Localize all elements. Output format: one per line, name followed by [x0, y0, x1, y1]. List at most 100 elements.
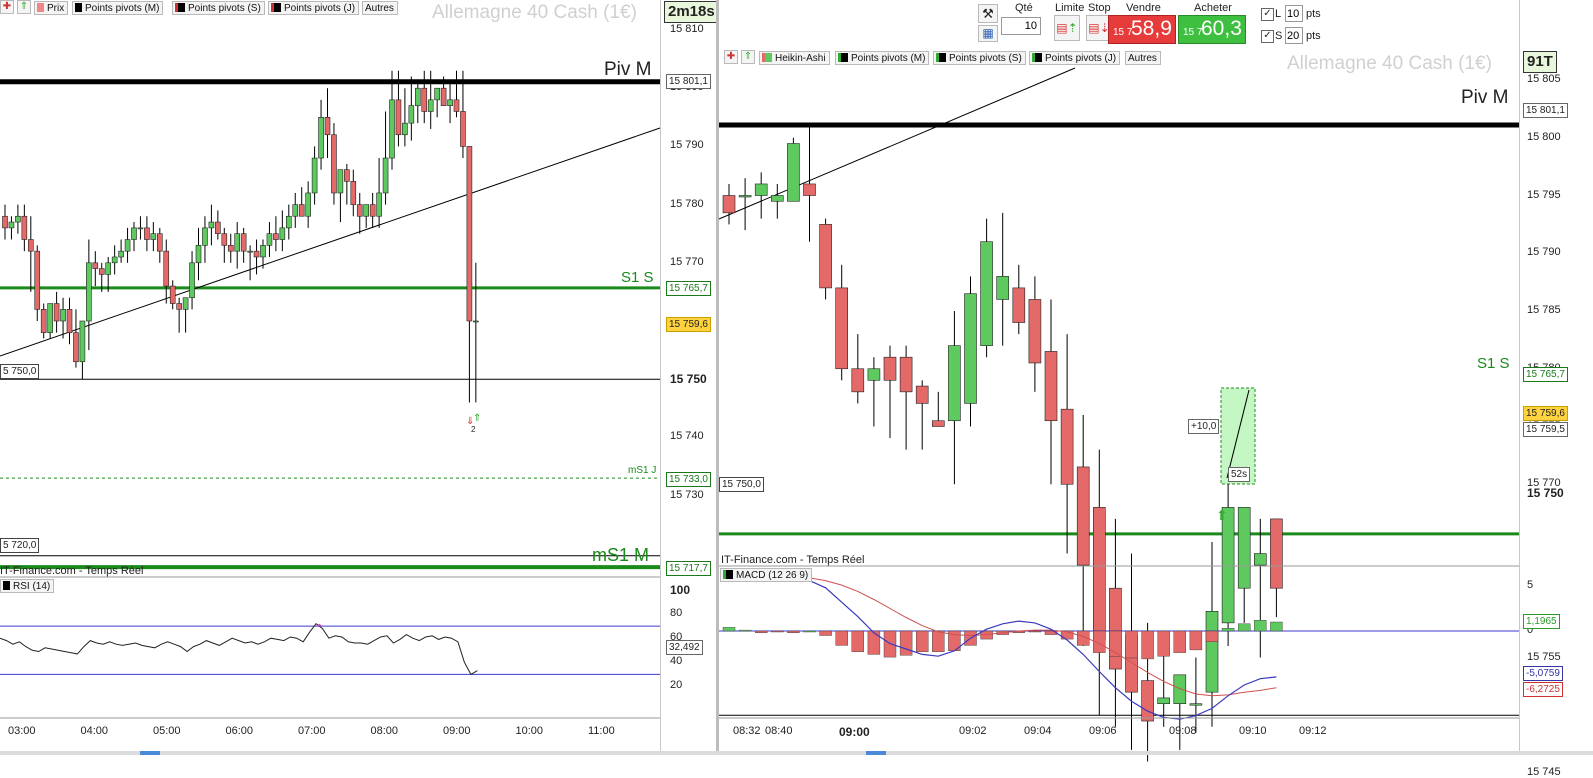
right-price-chart[interactable]: ⬆: [718, 0, 1519, 762]
right-indicator-pivot-s-button[interactable]: Points pivots (S): [933, 51, 1026, 65]
ha-candle: [803, 183, 816, 196]
macd-hist-bar: [1157, 630, 1170, 657]
right-price-tick: 15 785: [1527, 304, 1561, 316]
l-points-input[interactable]: [1285, 5, 1303, 22]
macd-hist-bar: [1254, 620, 1267, 632]
right-add-indicator-icon[interactable]: ⇑: [741, 50, 755, 64]
candle: [8, 221, 15, 229]
macd-indicator-label: MACD (12 26 9): [736, 570, 809, 581]
candle: [427, 99, 434, 112]
candle: [466, 146, 473, 322]
macd-hist-bar: [1125, 630, 1138, 659]
macd-hist-bar: [851, 630, 865, 652]
left-piv-m-tag: 15 801,1: [666, 74, 711, 89]
l-checkbox[interactable]: ✓: [1261, 8, 1274, 21]
macd-tick: 5: [1527, 579, 1534, 591]
stop-label: Stop: [1088, 2, 1111, 14]
left-source-label: IT-Finance.com - Temps Réel: [0, 565, 144, 577]
candle: [298, 204, 305, 217]
candle: [408, 105, 415, 124]
right-indicator-pivot-m-button[interactable]: Points pivots (M): [835, 51, 930, 65]
left-time-tick: 03:00: [8, 725, 36, 737]
candle: [15, 215, 21, 223]
left-price-axis[interactable]: 15 81015 80015 79015 78015 77015 74015 7…: [660, 0, 719, 755]
limit-order-icon[interactable]: ▤⇡: [1054, 15, 1080, 41]
buy-price-prefix: 15 7: [1183, 27, 1203, 38]
candle: [369, 204, 376, 217]
left-time-tick: 06:00: [225, 725, 254, 737]
left-price-chart[interactable]: ⇓⇑: [0, 0, 661, 755]
left-scroll-thumb[interactable]: [140, 751, 160, 755]
ha-candle: [1044, 351, 1058, 422]
ha-candle: [1205, 610, 1219, 693]
left-time-tick: 11:00: [588, 725, 615, 737]
macd-hist-bar: [738, 629, 752, 632]
buy-price: 60,3: [1201, 17, 1242, 40]
candle: [260, 245, 266, 258]
macd-hist-bar: [1221, 628, 1235, 632]
right-time-tick: 09:00: [839, 725, 870, 739]
right-watermark: Allemagne 40 Cash (1€): [1287, 53, 1492, 74]
s-checkbox[interactable]: ✓: [1261, 30, 1274, 43]
candle: [27, 239, 34, 252]
indicator-heikin-ashi-button[interactable]: Heikin-Ashi: [759, 51, 830, 65]
candle: [324, 117, 331, 136]
candle: [356, 204, 363, 217]
candle: [189, 262, 195, 299]
right-other-indicators-button[interactable]: Autres: [1125, 51, 1161, 65]
right-scroll-thumb[interactable]: [866, 751, 886, 755]
ha-candle: [1060, 408, 1074, 485]
macd-hist-bar: [1205, 630, 1219, 643]
sell-price-prefix: 15 7: [1113, 27, 1133, 38]
left-chart-panel: ✚ ⇑ Prix Points pivots (M) Points pivots…: [0, 0, 719, 755]
right-price-tick: 15 755: [1527, 650, 1561, 663]
right-time-tick: 09:08: [1169, 725, 1197, 737]
left-price-tick: 15 780: [670, 197, 704, 210]
right-price-axis[interactable]: 15 80515 80015 79515 79015 78515 78015 7…: [1519, 0, 1593, 778]
candle: [318, 117, 324, 159]
candle: [34, 250, 41, 310]
ha-candle: [738, 195, 752, 198]
right-settings-icon[interactable]: ✚: [724, 50, 738, 64]
candle: [285, 215, 292, 229]
buy-button[interactable]: 15 7 60,3: [1178, 15, 1246, 44]
candle: [460, 111, 466, 147]
sell-button[interactable]: 15 7 58,9: [1108, 15, 1176, 44]
macd-hist-bar: [722, 627, 736, 632]
left-ms1-j-tag: 15 733,0: [666, 472, 711, 487]
right-bid-price-tag: 15 759,5: [1523, 422, 1568, 437]
ha-candle: [1012, 287, 1026, 323]
candle: [389, 99, 395, 159]
wrench-icon[interactable]: ⚒: [978, 4, 998, 23]
rsi-indicator-button[interactable]: RSI (14): [0, 579, 55, 593]
candle: [163, 250, 170, 287]
candle: [73, 332, 79, 363]
ha-candle: [1253, 553, 1267, 566]
macd-hist-bar: [1270, 621, 1283, 632]
candle: [111, 256, 118, 264]
left-ms1-m-tag: 15 717,7: [666, 561, 711, 576]
bottom-scrollbar[interactable]: [0, 751, 1593, 755]
right-s1-s-tag: 15 765,7: [1523, 367, 1568, 382]
keypad-icon[interactable]: ▦: [978, 25, 998, 42]
macd-hist-bar: [819, 630, 832, 636]
macd-indicator-button[interactable]: MACD (12 26 9): [720, 568, 813, 582]
candle: [363, 204, 370, 217]
left-time-tick: 05:00: [153, 725, 181, 737]
right-indicator-pivot-j-button[interactable]: Points pivots (J): [1029, 51, 1121, 65]
right-price-tick: 15 795: [1527, 188, 1561, 201]
candle: [395, 99, 402, 136]
macd-hist-bar: [932, 630, 945, 652]
rsi-indicator-label: RSI (14): [13, 581, 51, 592]
ha-candle: [964, 293, 977, 404]
candle: [447, 99, 453, 106]
s-points-input[interactable]: [1285, 27, 1303, 44]
right-indicator-pivot-j-label: Points pivots (J): [1045, 53, 1117, 64]
right-piv-m-tag: 15 801,1: [1523, 103, 1568, 118]
candle: [227, 245, 234, 252]
right-time-axis[interactable]: 08:32 08:40 09:00 09:02 09:04 09:06 09:08 09:10…: [719, 720, 1519, 755]
right-time-tick: 09:04: [1024, 725, 1052, 737]
qty-input[interactable]: [1001, 17, 1041, 35]
left-time-axis[interactable]: 03:00 04:00 05:00 06:00 07:00 08:00 09:00 10:00…: [0, 720, 660, 755]
left-level-15750-label: 5 750,0: [0, 364, 40, 379]
